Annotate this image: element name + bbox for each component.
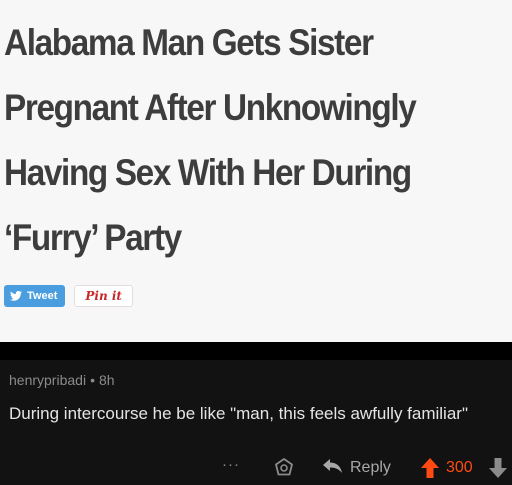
comment-actions: ··· Reply 300: [0, 455, 512, 481]
tweet-button[interactable]: Tweet: [4, 285, 66, 307]
headline-line: Alabama Man Gets Sister: [4, 22, 374, 63]
meta-separator: •: [90, 372, 95, 388]
reply-button[interactable]: Reply: [322, 457, 391, 479]
comment-meta: henrypribadi • 8h: [9, 372, 115, 388]
tweet-label: Tweet: [27, 290, 58, 302]
twitter-bird-icon: [10, 291, 22, 301]
pin-it-button[interactable]: Pin it: [74, 285, 133, 307]
more-options-button[interactable]: ···: [222, 456, 240, 473]
share-buttons: Tweet Pin it: [4, 283, 133, 309]
divider: [0, 342, 512, 360]
comment-body: During intercourse he be like "man, this…: [9, 404, 468, 423]
comment-card: henrypribadi • 8h During intercourse he be…: [0, 360, 512, 485]
comment-age: 8h: [98, 372, 115, 388]
article-headline: Alabama Man Gets Sister Pregnant After U…: [4, 10, 458, 270]
comment-username[interactable]: henrypribadi: [9, 372, 86, 388]
comment-score: 300: [446, 459, 473, 476]
award-icon[interactable]: [273, 457, 295, 479]
upvote-arrow-icon[interactable]: [420, 457, 440, 479]
downvote-arrow-icon[interactable]: [488, 457, 508, 479]
reply-arrow-icon: [322, 458, 344, 479]
headline-line: Having Sex With Her During: [4, 152, 412, 193]
headline-line: Pregnant After Unknowingly: [4, 87, 417, 128]
headline-line: ‘Furry’ Party: [4, 217, 182, 258]
article-screenshot: Alabama Man Gets Sister Pregnant After U…: [0, 0, 512, 342]
reply-label: Reply: [350, 459, 391, 476]
pin-it-label: Pin it: [85, 289, 122, 303]
